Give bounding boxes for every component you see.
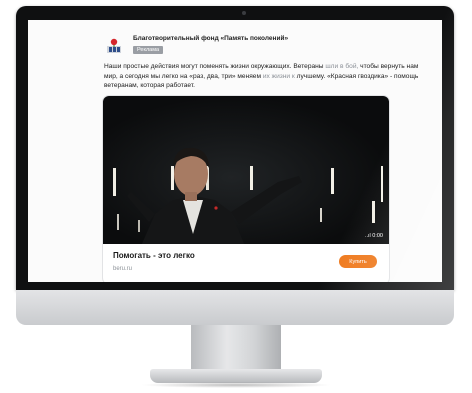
card-footer: Помогать - это легко beru.ru Купить xyxy=(103,244,389,282)
video-player[interactable]: ..ıl 0:00 xyxy=(103,96,389,244)
video-frame xyxy=(113,147,383,244)
card-domain[interactable]: beru.ru xyxy=(113,266,132,272)
screen: Благотворительный фонд «Память поколений… xyxy=(28,20,442,282)
monitor-stand-neck xyxy=(191,325,281,371)
post-header: Благотворительный фонд «Память поколений… xyxy=(105,32,435,62)
post-text-part-1: Наши простые действия могут поменять жиз… xyxy=(104,63,326,70)
buy-button[interactable]: Купить xyxy=(339,255,377,268)
video-duration: ..ıl 0:00 xyxy=(364,233,383,239)
monitor-stand-base xyxy=(150,369,322,383)
card-title[interactable]: Помогать - это легко xyxy=(113,251,195,260)
post-text-muted-1: шли в бой, xyxy=(325,63,359,70)
ad-card[interactable]: ..ıl 0:00 Помогать - это легко beru.ru К… xyxy=(103,96,389,282)
ad-badge: Реклама xyxy=(133,46,164,54)
post-text: Наши простые действия могут поменять жиз… xyxy=(104,62,422,91)
post-text-muted-2: их жизни к xyxy=(262,72,295,80)
advertiser-name[interactable]: Благотворительный фонд «Память поколений… xyxy=(133,35,288,42)
monitor-chin xyxy=(16,290,454,325)
webcam xyxy=(242,11,246,15)
carnation-logo-icon[interactable] xyxy=(105,36,123,54)
stand-shadow xyxy=(140,382,332,388)
